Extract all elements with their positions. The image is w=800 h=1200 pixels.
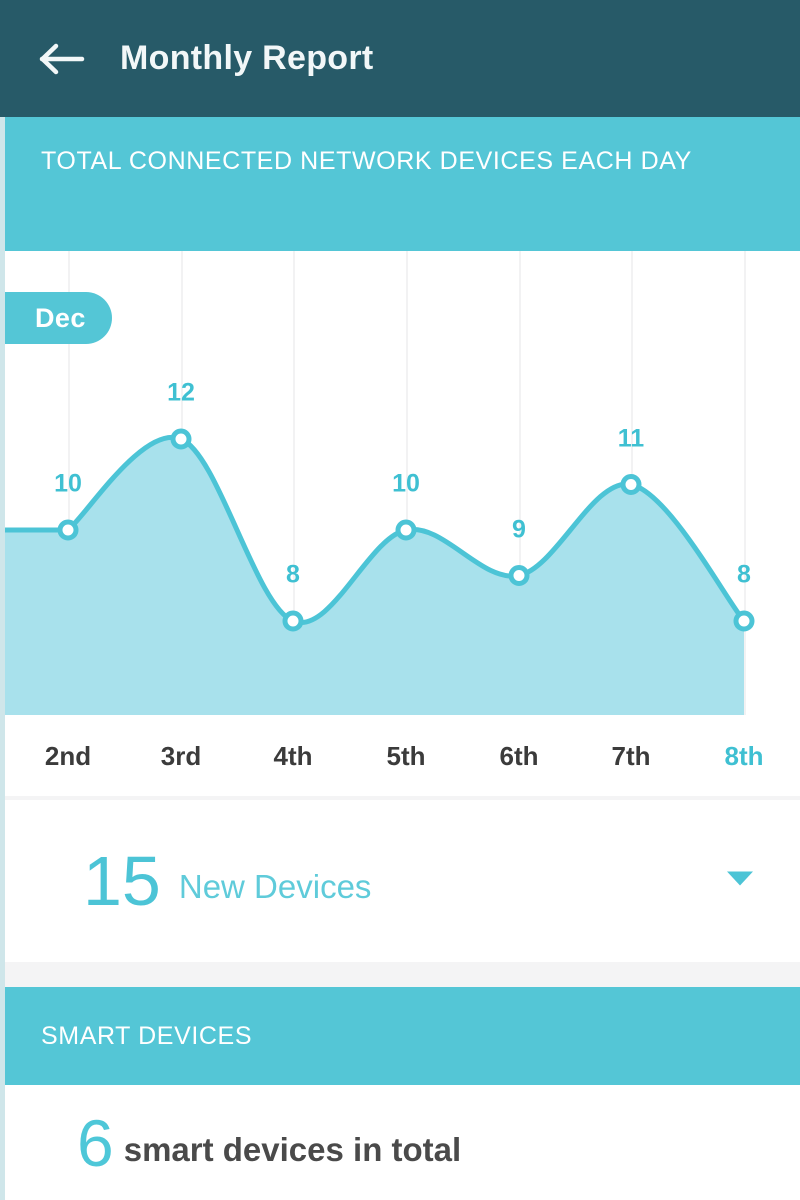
chevron-down-icon[interactable]: [725, 870, 755, 893]
arrow-left-icon: [39, 42, 85, 76]
chart-point-marker[interactable]: [57, 519, 79, 541]
axis-label-4th[interactable]: 4th: [274, 741, 313, 772]
network-section-banner: TOTAL CONNECTED NETWORK DEVICES EACH DAY: [5, 117, 800, 251]
axis-label-3rd[interactable]: 3rd: [161, 741, 201, 772]
chart-point-marker[interactable]: [395, 519, 417, 541]
axis-label-7th[interactable]: 7th: [612, 741, 651, 772]
chart-point-marker[interactable]: [620, 474, 642, 495]
chart-point-label: 8: [737, 560, 751, 589]
app-bar: Monthly Report: [0, 0, 800, 117]
axis-label-8th[interactable]: 8th: [725, 741, 764, 772]
axis-label-2nd[interactable]: 2nd: [45, 741, 91, 772]
new-devices-row[interactable]: 15 New Devices: [5, 800, 800, 962]
chart-point-marker[interactable]: [170, 428, 192, 450]
smart-devices-row: 6 smart devices in total: [5, 1085, 800, 1200]
smart-devices-count: 6: [77, 1105, 114, 1180]
back-button[interactable]: [26, 23, 98, 95]
chart-point-label: 12: [167, 378, 195, 407]
app-screen: Monthly Report TOTAL CONNECTED NETWORK D…: [0, 0, 800, 1200]
smart-section-banner: SMART DEVICES: [5, 987, 800, 1085]
chart-point-marker[interactable]: [733, 610, 755, 632]
chart-point-label: 8: [286, 560, 300, 589]
chart-point-label: 9: [512, 515, 526, 543]
chart-point-label: 10: [392, 469, 420, 498]
month-badge[interactable]: Dec: [5, 292, 112, 344]
network-chart-card: Dec 10 12 8 10 9 11 8 2nd 3rd 4th 5th 6th 7th 8th: [5, 251, 800, 796]
new-devices-count: 15: [83, 842, 161, 920]
chart-point-marker[interactable]: [508, 565, 530, 586]
chart-point-label: 11: [617, 424, 645, 452]
chart-point-label: 10: [54, 469, 82, 498]
axis-label-5th[interactable]: 5th: [387, 741, 426, 772]
chart-x-axis: 2nd 3rd 4th 5th 6th 7th 8th: [5, 715, 800, 796]
chart-plot-area: Dec 10 12 8 10 9 11 8: [5, 251, 800, 715]
page-title: Monthly Report: [120, 39, 374, 77]
chart-point-marker[interactable]: [282, 610, 304, 632]
new-devices-label: New Devices: [178, 868, 372, 905]
axis-label-6th[interactable]: 6th: [500, 741, 539, 772]
smart-devices-label: smart devices in total: [123, 1130, 462, 1168]
